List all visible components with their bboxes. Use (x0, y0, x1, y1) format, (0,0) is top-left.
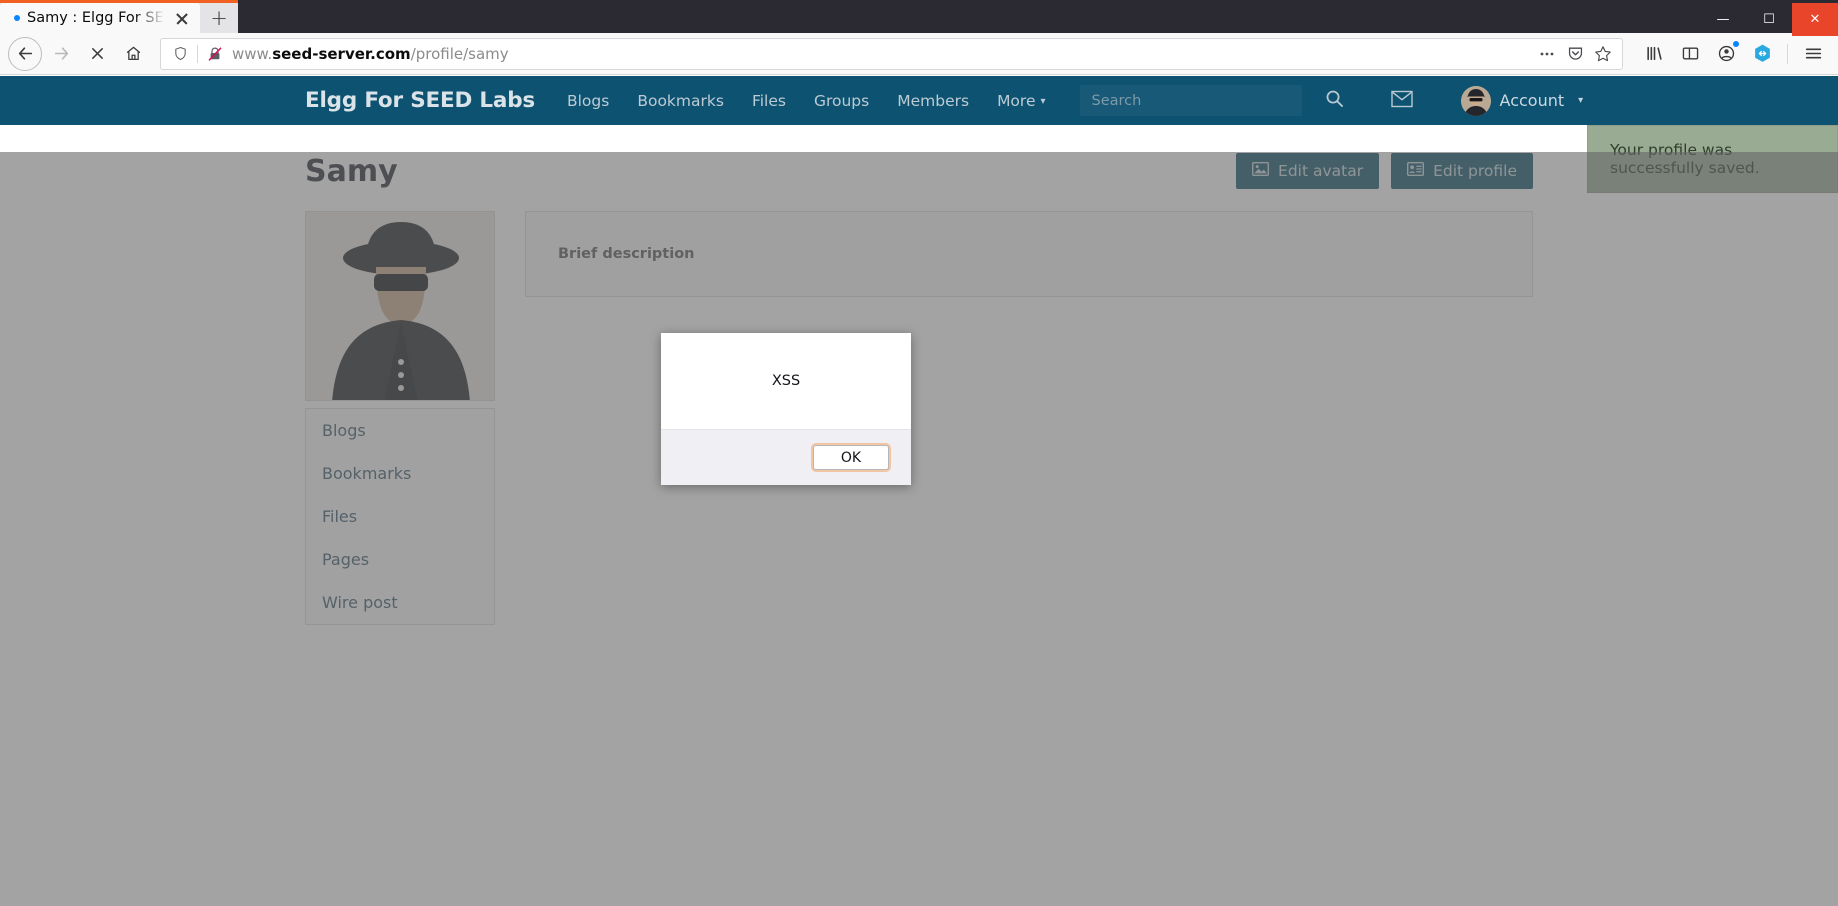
alert-footer: OK (661, 429, 911, 485)
browser-navigation-bar: www.seed-server.com/profile/samy (0, 33, 1838, 75)
chevron-down-icon: ▾ (1040, 95, 1046, 107)
window-maximize-button[interactable]: ☐ (1746, 3, 1792, 36)
url-text: www.seed-server.com/profile/samy (232, 44, 509, 63)
nav-item-more-label: More (997, 91, 1036, 110)
nav-item-blogs[interactable]: Blogs (567, 92, 609, 110)
hamburger-menu-icon[interactable] (1796, 37, 1830, 71)
tab-close-icon[interactable] (172, 8, 192, 28)
browser-tab[interactable]: Samy : Elgg For SEED Labs (0, 3, 200, 33)
nav-item-files[interactable]: Files (752, 92, 786, 110)
container-icon[interactable] (1745, 37, 1779, 71)
search-icon[interactable] (1324, 88, 1345, 113)
star-icon[interactable] (1592, 43, 1614, 65)
alert-message: XSS (661, 333, 911, 429)
shield-icon[interactable] (169, 43, 191, 65)
search-box[interactable] (1079, 85, 1302, 116)
browser-toolbar-icons (1633, 37, 1830, 71)
tab-title: Samy : Elgg For SEED Labs (27, 10, 165, 26)
site-top-navigation: Elgg For SEED Labs Blogs Bookmarks Files… (0, 76, 1838, 125)
account-menu[interactable]: Account ▾ (1460, 85, 1584, 116)
nav-item-bookmarks[interactable]: Bookmarks (637, 92, 724, 110)
ellipsis-icon[interactable] (1536, 43, 1558, 65)
avatar (1460, 85, 1491, 116)
url-bar[interactable]: www.seed-server.com/profile/samy (160, 37, 1623, 70)
window-close-button[interactable]: ✕ (1792, 3, 1838, 36)
tab-loading-indicator (14, 15, 20, 21)
sidebar-icon[interactable] (1673, 37, 1707, 71)
search-input[interactable] (1091, 92, 1302, 109)
broken-lock-icon[interactable] (204, 43, 226, 65)
window-controls: — ☐ ✕ (1700, 3, 1838, 36)
nav-item-members[interactable]: Members (897, 92, 969, 110)
tabstrip-empty-area (238, 0, 1838, 33)
account-icon[interactable] (1709, 37, 1743, 71)
alert-ok-button[interactable]: OK (813, 445, 889, 470)
new-tab-button[interactable]: + (200, 3, 238, 33)
library-icon[interactable] (1637, 37, 1671, 71)
window-minimize-button[interactable]: — (1700, 3, 1746, 36)
toolbar-divider (1787, 43, 1788, 64)
forward-arrow-icon[interactable] (44, 37, 78, 71)
home-icon[interactable] (116, 37, 150, 71)
browser-window: Samy : Elgg For SEED Labs + — ☐ ✕ (0, 0, 1838, 906)
urlbar-divider (197, 44, 198, 63)
pocket-icon[interactable] (1564, 43, 1586, 65)
back-arrow-icon[interactable] (8, 36, 42, 71)
site-logo[interactable]: Elgg For SEED Labs (305, 88, 535, 113)
messages-icon[interactable] (1390, 90, 1413, 112)
stop-loading-icon[interactable] (80, 37, 114, 71)
chevron-down-icon: ▾ (1578, 95, 1584, 106)
javascript-alert-dialog: XSS OK (661, 333, 911, 485)
nav-item-groups[interactable]: Groups (814, 92, 869, 110)
modal-overlay (0, 152, 1838, 906)
account-notification-dot (1733, 40, 1739, 47)
tab-strip: Samy : Elgg For SEED Labs + — ☐ ✕ (0, 0, 1838, 36)
web-page-content: Elgg For SEED Labs Blogs Bookmarks Files… (0, 76, 1838, 906)
account-label: Account (1499, 91, 1565, 110)
nav-item-more[interactable]: More ▾ (997, 92, 1045, 110)
